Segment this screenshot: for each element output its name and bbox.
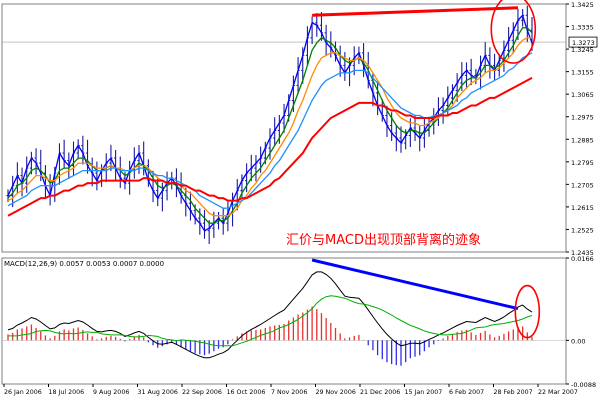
macd-y-tick-label: -0.0088 xyxy=(571,381,596,389)
price-y-tick-label: 1.2885 xyxy=(571,136,594,144)
price-y-tick-label: 1.2525 xyxy=(571,226,594,234)
x-tick-label: 16 Oct 2006 xyxy=(227,389,266,396)
current-price-label: 1.3273 xyxy=(572,39,595,47)
x-tick-label: 22 Sep 2006 xyxy=(182,389,222,396)
x-tick-label: 22 Mar 2007 xyxy=(538,389,578,396)
x-tick-label: 31 Aug 2006 xyxy=(138,389,178,396)
macd-y-tick-label: 0.0166 xyxy=(571,255,594,263)
x-tick-label: 6 Feb 2007 xyxy=(449,389,484,396)
price-y-tick-label: 1.3425 xyxy=(571,1,594,9)
x-tick-label: 28 Feb 2007 xyxy=(494,389,533,396)
price-y-tick-label: 1.2615 xyxy=(571,204,594,212)
x-tick-label: 15 Jan 2007 xyxy=(405,389,443,396)
price-y-tick-label: 1.2975 xyxy=(571,114,594,122)
x-tick-label: 7 Nov 2006 xyxy=(271,389,307,396)
price-y-tick-label: 1.3335 xyxy=(571,24,594,32)
x-tick-label: 18 Jul 2006 xyxy=(49,389,85,396)
chart-canvas: 1.34251.33351.32451.31551.30651.29751.28… xyxy=(0,0,600,400)
x-tick-label: 21 Dec 2006 xyxy=(360,389,400,396)
x-tick-label: 26 Jan 2006 xyxy=(4,389,42,396)
divergence-annotation: 汇价与MACD出现顶部背离的迹象 xyxy=(286,232,481,248)
macd-legend: MACD(12,26,9) 0.0057 0.0053 0.0007 0.000… xyxy=(4,260,164,268)
price-y-tick-label: 1.3065 xyxy=(571,91,594,99)
macd-y-tick-label: 0.00 xyxy=(571,337,585,345)
chart-background xyxy=(0,0,600,400)
x-tick-label: 29 Nov 2006 xyxy=(316,389,356,396)
price-y-tick-label: 1.3155 xyxy=(571,69,594,77)
forex-chart-window: 1.3425 1.3335 1.3245 1.3155 1.3065 1.2975 1.28… xyxy=(0,0,600,400)
price-y-tick-label: 1.2795 xyxy=(571,159,594,167)
price-y-tick-label: 1.2705 xyxy=(571,181,594,189)
x-tick-label: 9 Aug 2006 xyxy=(93,389,129,396)
